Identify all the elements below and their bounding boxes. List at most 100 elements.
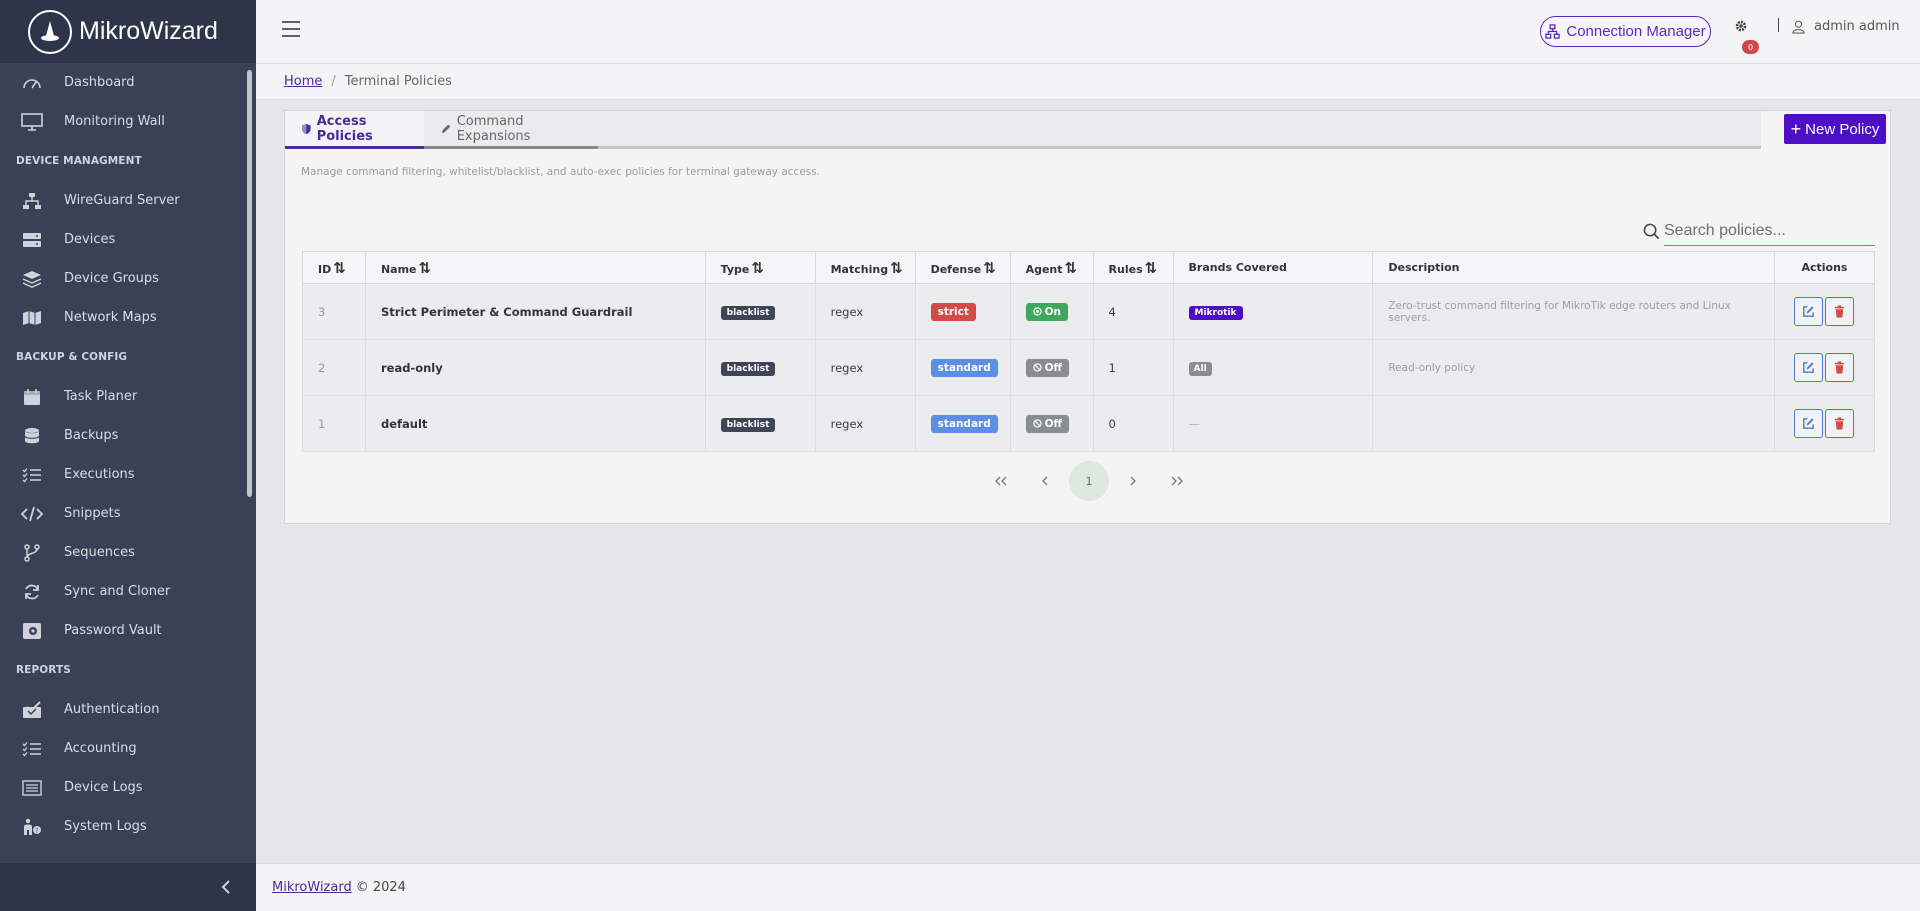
chevron-left-icon (1042, 476, 1048, 486)
sidebar-item-label: Monitoring Wall (64, 114, 165, 129)
column-header-brands: Brands Covered (1172, 251, 1374, 284)
user-menu[interactable]: admin admin (1792, 19, 1900, 34)
delete-button[interactable] (1825, 409, 1855, 438)
sidebar-item-device-logs[interactable]: Device Logs (0, 768, 246, 807)
column-header-type[interactable]: Type ⇅ (704, 251, 816, 284)
sidebar-item-sequences[interactable]: Sequences (0, 533, 246, 572)
header-divider (1778, 18, 1779, 32)
edit-button[interactable] (1794, 297, 1824, 326)
plus-icon: + (1790, 119, 1802, 139)
sidebar-item-authentication[interactable]: Authentication (0, 690, 246, 729)
sidebar-item-monitoring-wall[interactable]: Monitoring Wall (0, 102, 246, 141)
policies-card: Access Policies Command Expansions + New… (284, 110, 1891, 524)
sidebar-collapse-button[interactable] (0, 863, 256, 911)
brand[interactable]: MikroWizard (0, 0, 256, 63)
brand-empty: — (1188, 416, 1201, 431)
cell-rules: 4 (1092, 283, 1174, 340)
checklist-icon (20, 465, 44, 485)
cell-description: Read-only policy (1372, 339, 1775, 396)
edit-icon (1803, 418, 1815, 429)
edit-button[interactable] (1794, 409, 1824, 438)
table-row[interactable]: 3 Strict Perimeter & Command Guardrail bla… (302, 283, 1876, 340)
cell-brands: — (1172, 395, 1374, 452)
footer: MikroWizard © 2024 (256, 863, 1920, 911)
sidebar-item-label: Dashboard (64, 75, 135, 90)
sort-icon: ⇅ (751, 258, 764, 277)
column-header-matching[interactable]: Matching ⇅ (814, 251, 916, 284)
sidebar-item-device-groups[interactable]: Device Groups (0, 259, 246, 298)
cell-actions (1773, 395, 1876, 452)
sidebar-item-sync-and-cloner[interactable]: Sync and Cloner (0, 572, 246, 611)
trash-icon (1835, 305, 1845, 318)
menu-toggle-icon[interactable] (282, 21, 300, 37)
brand-badge: Mikrotik (1188, 305, 1243, 320)
pagination-last-button[interactable] (1157, 461, 1197, 501)
cell-id: 1 (302, 395, 366, 452)
search-input[interactable] (1664, 216, 1875, 246)
sidebar-item-accounting[interactable]: Accounting (0, 729, 246, 768)
sidebar-item-label: Task Planer (64, 389, 138, 404)
sidebar-item-network-maps[interactable]: Network Maps (0, 298, 246, 337)
edit-button[interactable] (1794, 353, 1824, 382)
pagination: 1 (285, 461, 1892, 501)
cell-name: default (364, 395, 706, 452)
vault-icon (20, 621, 44, 641)
tab-command-expansions-label: Command Expansions (456, 113, 531, 144)
new-policy-button[interactable]: + New Policy (1784, 114, 1886, 144)
notification-badge: 0 (1742, 40, 1759, 54)
connection-manager-button[interactable]: Connection Manager (1540, 16, 1711, 47)
sidebar-item-snippets[interactable]: Snippets (0, 494, 246, 533)
delete-button[interactable] (1825, 297, 1855, 326)
pagination-prev-button[interactable] (1025, 461, 1065, 501)
column-header-agent[interactable]: Agent ⇅ (1009, 251, 1094, 284)
column-header-description: Description (1372, 251, 1775, 284)
column-header-name[interactable]: Name ⇅ (364, 251, 706, 284)
delete-button[interactable] (1825, 353, 1855, 382)
pagination-first-button[interactable] (981, 461, 1021, 501)
pagination-page-current[interactable]: 1 (1069, 461, 1109, 501)
brand-name: MikroWizard (79, 17, 218, 45)
sidebar-item-dashboard[interactable]: Dashboard (0, 63, 246, 102)
cell-agent: Off (1009, 395, 1094, 452)
sidebar-item-label: Snippets (64, 506, 121, 521)
cell-brands: All (1172, 339, 1374, 396)
wizard-hat-logo-icon (28, 9, 72, 54)
table-row[interactable]: 2 read-only blacklist regex standard Off 1 All R… (302, 339, 1876, 396)
pagination-next-button[interactable] (1113, 461, 1153, 501)
tab-access-policies[interactable]: Access Policies (285, 111, 424, 149)
agent-badge: On (1025, 302, 1068, 321)
sort-icon: ⇅ (418, 258, 432, 277)
column-header-id[interactable]: ID ⇅ (302, 251, 366, 284)
sort-icon: ⇅ (333, 258, 346, 277)
section-device-management: DEVICE MANAGMENT (16, 155, 142, 167)
sidebar-item-wireguard-server[interactable]: WireGuard Server (0, 181, 246, 220)
branch-icon (20, 543, 44, 563)
gear-icon[interactable] (1734, 18, 1748, 37)
new-policy-label: New Policy (1805, 120, 1880, 138)
sidebar-item-backups[interactable]: Backups (0, 416, 246, 455)
table-row[interactable]: 1 default blacklist regex standard Off 0 — (302, 395, 1876, 452)
chevron-left-icon (221, 880, 230, 894)
cell-matching: regex (814, 283, 916, 340)
sidebar-item-system-logs[interactable]: ? System Logs (0, 807, 246, 846)
brand-badge: All (1188, 361, 1212, 376)
sidebar-item-executions[interactable]: Executions (0, 455, 246, 494)
sidebar-item-label: Device Logs (64, 780, 143, 795)
column-header-defense[interactable]: Defense ⇅ (914, 251, 1011, 284)
sidebar-item-task-planer[interactable]: Task Planer (0, 377, 246, 416)
column-header-rules[interactable]: Rules ⇅ (1092, 251, 1174, 284)
cell-id: 3 (302, 283, 366, 340)
sidebar-item-devices[interactable]: Devices (0, 220, 246, 259)
trash-icon (1835, 417, 1845, 430)
sidebar-item-label: Password Vault (64, 623, 162, 638)
tab-command-expansions[interactable]: Command Expansions (424, 111, 598, 149)
breadcrumb-current: Terminal Policies (344, 74, 452, 89)
sort-icon: ⇅ (1144, 258, 1158, 277)
sidebar-item-password-vault[interactable]: Password Vault (0, 611, 246, 650)
sidebar-scrollbar[interactable] (247, 70, 252, 497)
breadcrumb-home-link[interactable]: Home (284, 74, 322, 89)
sidebar-item-label: Devices (64, 232, 116, 247)
footer-brand-link[interactable]: MikroWizard (272, 880, 352, 895)
shield-icon (302, 123, 311, 134)
cell-rules: 1 (1092, 339, 1174, 396)
